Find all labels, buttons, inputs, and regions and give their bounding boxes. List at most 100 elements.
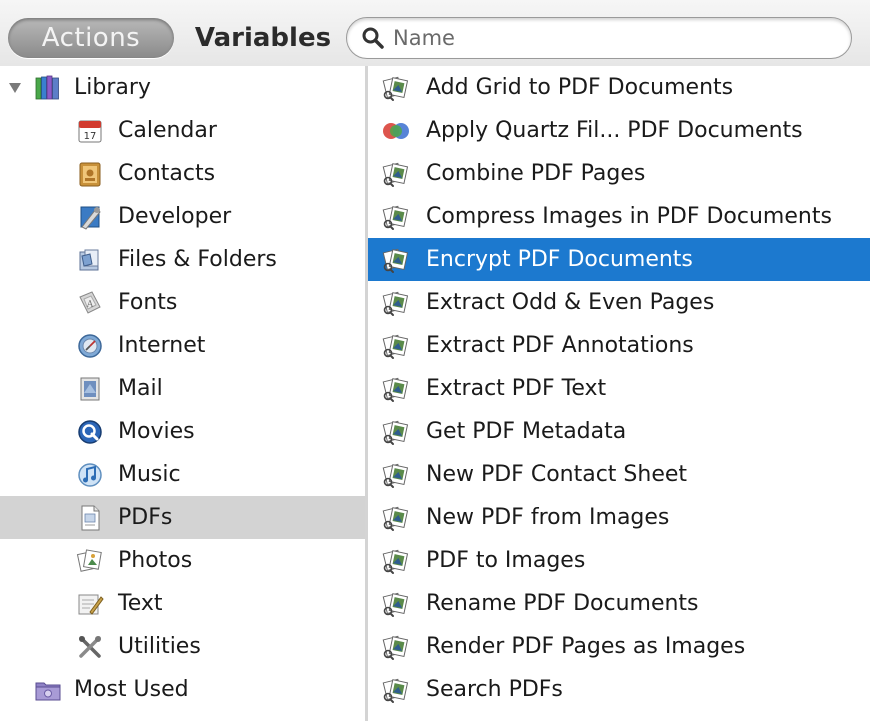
toolbar: Actions Variables <box>0 0 870 67</box>
action-item[interactable]: New PDF Contact Sheet <box>368 453 870 496</box>
action-label: Apply Quartz Fil... PDF Documents <box>426 118 803 143</box>
library-item-label: Internet <box>118 333 206 358</box>
library-root-label: Library <box>74 75 151 100</box>
library-item-label: PDFs <box>118 505 173 530</box>
preview-action-icon <box>382 204 409 230</box>
library-item-utilities[interactable]: Utilities <box>0 625 365 668</box>
library-item-developer[interactable]: Developer <box>0 195 365 238</box>
action-item[interactable]: Compress Images in PDF Documents <box>368 195 870 238</box>
action-item[interactable]: Extract PDF Annotations <box>368 324 870 367</box>
library-item-internet[interactable]: Internet <box>0 324 365 367</box>
action-label: New PDF Contact Sheet <box>426 462 688 487</box>
library-pane: Library 17 Calendar Contacts Developer F… <box>0 66 365 721</box>
music-icon <box>78 462 102 487</box>
calendar-icon: 17 <box>78 120 102 142</box>
action-item-selected[interactable]: Encrypt PDF Documents <box>368 238 870 281</box>
action-item[interactable]: Apply Quartz Fil... PDF Documents <box>368 109 870 152</box>
search-field[interactable] <box>346 17 852 59</box>
action-label: New PDF from Images <box>426 505 670 530</box>
action-item[interactable]: Extract PDF Text <box>368 367 870 410</box>
preview-action-icon <box>382 634 409 660</box>
preview-action-icon <box>382 75 409 101</box>
library-root-item[interactable]: Library <box>0 66 365 109</box>
action-item[interactable]: Add Grid to PDF Documents <box>368 66 870 109</box>
search-icon <box>362 27 384 49</box>
action-label: Render PDF Pages as Images <box>426 634 746 659</box>
preview-action-icon <box>382 677 409 703</box>
action-item[interactable]: Search PDFs <box>368 668 870 711</box>
mail-icon <box>80 377 100 400</box>
library-item-label: Mail <box>118 376 163 401</box>
smart-folder-icon <box>35 682 61 700</box>
library-item-most-used[interactable]: Most Used <box>0 668 365 711</box>
actions-tab[interactable]: Actions <box>8 18 174 58</box>
action-label: Rename PDF Documents <box>426 591 699 616</box>
preview-action-icon <box>382 376 409 402</box>
contacts-icon <box>79 162 101 186</box>
action-label: Add Grid to PDF Documents <box>426 75 734 100</box>
library-item-pdfs[interactable]: PDFs <box>0 496 365 539</box>
search-input[interactable] <box>391 22 835 54</box>
preview-action-icon <box>382 462 409 488</box>
library-item-calendar[interactable]: 17 Calendar <box>0 109 365 152</box>
variables-tab[interactable]: Variables <box>188 18 338 58</box>
library-item-contacts[interactable]: Contacts <box>0 152 365 195</box>
library-item-label: Contacts <box>118 161 216 186</box>
action-label: Encrypt PDF Documents <box>426 247 693 272</box>
library-item-photos[interactable]: Photos <box>0 539 365 582</box>
library-item-label: Movies <box>118 419 195 444</box>
library-item-label: Fonts <box>118 290 178 315</box>
library-item-label: Photos <box>118 548 193 573</box>
action-label: Combine PDF Pages <box>426 161 646 186</box>
action-item[interactable]: Rename PDF Documents <box>368 582 870 625</box>
text-icon <box>78 594 104 615</box>
pdfs-icon <box>81 505 100 530</box>
library-item-label: Calendar <box>118 118 217 143</box>
developer-icon <box>80 206 101 230</box>
actions-variables-segmented-control: Actions Variables <box>8 18 338 58</box>
preview-action-icon <box>382 591 409 617</box>
preview-action-icon <box>382 548 409 574</box>
library-item-label: Developer <box>118 204 232 229</box>
actions-list: Add Grid to PDF Documents Apply Quartz F… <box>368 66 870 721</box>
library-item-files-folders[interactable]: Files & Folders <box>0 238 365 281</box>
action-label: Compress Images in PDF Documents <box>426 204 832 229</box>
action-item[interactable]: New PDF from Images <box>368 496 870 539</box>
action-item[interactable]: PDF to Images <box>368 539 870 582</box>
utilities-icon <box>79 635 101 658</box>
action-label: Extract PDF Text <box>426 376 607 401</box>
library-item-label: Utilities <box>118 634 201 659</box>
preview-action-icon <box>382 247 409 273</box>
action-item[interactable]: Get PDF Metadata <box>368 410 870 453</box>
library-icon <box>35 75 59 99</box>
movies-icon <box>78 419 102 444</box>
action-label: Extract PDF Annotations <box>426 333 694 358</box>
action-label: Search PDFs <box>426 677 563 702</box>
preview-action-icon <box>382 290 409 316</box>
library-item-label: Text <box>118 591 163 616</box>
library-item-movies[interactable]: Movies <box>0 410 365 453</box>
preview-action-icon <box>382 333 409 359</box>
action-item[interactable]: Extract Odd & Even Pages <box>368 281 870 324</box>
library-item-label: Music <box>118 462 181 487</box>
action-label: PDF to Images <box>426 548 586 573</box>
action-label: Extract Odd & Even Pages <box>426 290 715 315</box>
library-item-fonts[interactable]: A Fonts <box>0 281 365 324</box>
quartz-filter-icon <box>383 122 409 139</box>
library-item-music[interactable]: Music <box>0 453 365 496</box>
action-item[interactable]: Render PDF Pages as Images <box>368 625 870 668</box>
svg-text:17: 17 <box>84 131 97 142</box>
disclosure-triangle-icon[interactable] <box>9 83 21 93</box>
preview-action-icon <box>382 161 409 187</box>
preview-action-icon <box>382 505 409 531</box>
files-folders-icon <box>79 249 99 270</box>
library-item-text[interactable]: Text <box>0 582 365 625</box>
library-item-mail[interactable]: Mail <box>0 367 365 410</box>
action-item[interactable]: Combine PDF Pages <box>368 152 870 195</box>
photos-icon <box>76 548 102 572</box>
preview-action-icon <box>382 419 409 445</box>
svg-text:A: A <box>86 300 94 310</box>
library-item-label: Most Used <box>74 677 189 702</box>
fonts-icon: A <box>79 290 101 314</box>
library-item-label: Files & Folders <box>118 247 277 272</box>
